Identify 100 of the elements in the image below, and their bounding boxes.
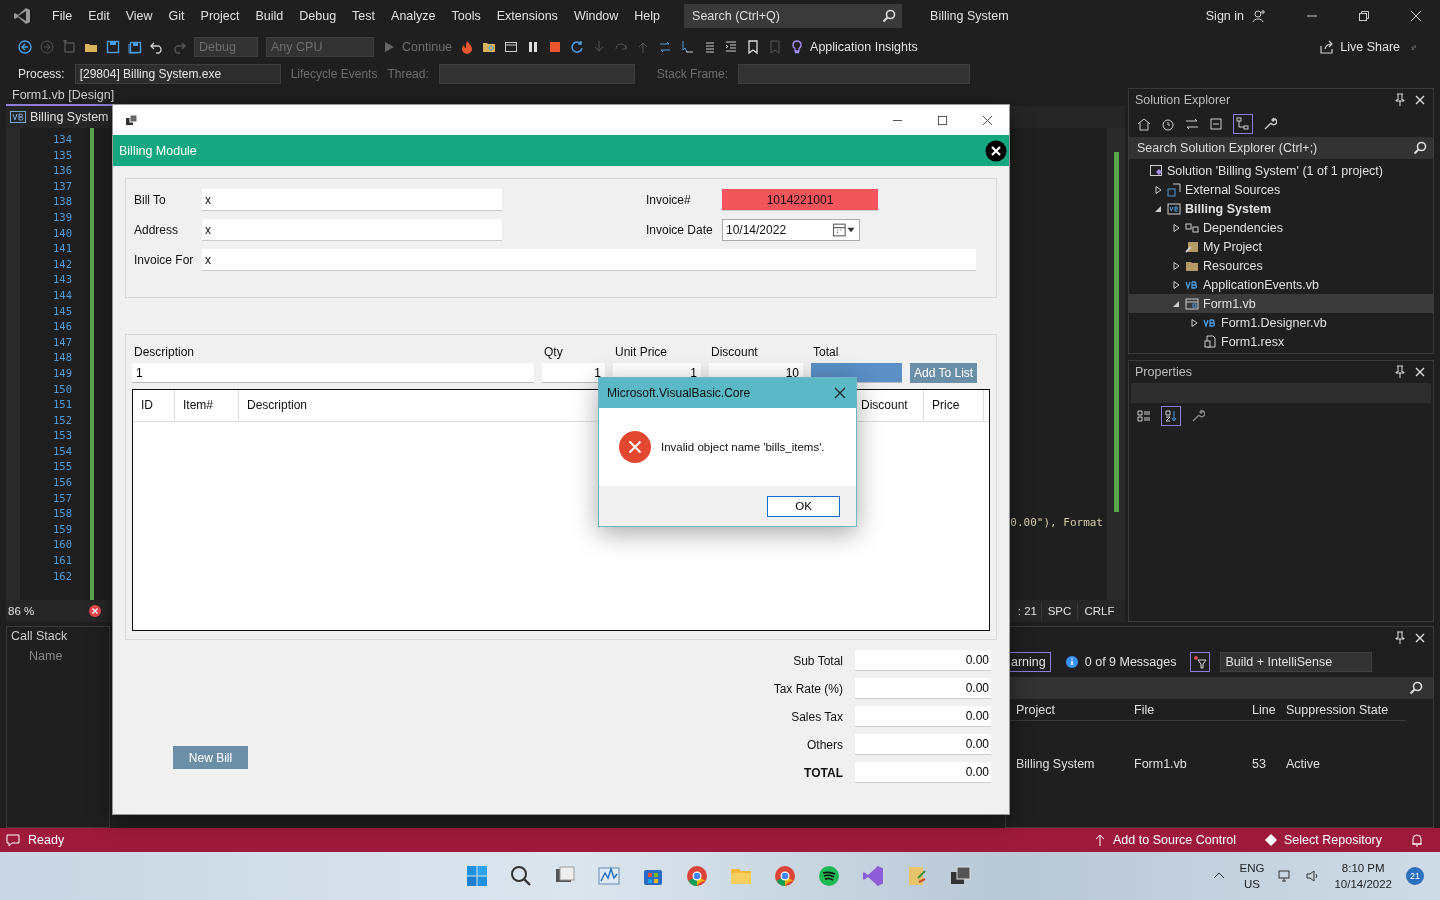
menu-item[interactable]: Tools xyxy=(443,5,489,27)
search-field[interactable]: Search (Ctrl+Q) xyxy=(690,8,883,24)
stop-icon[interactable] xyxy=(548,40,563,54)
date-picker[interactable]: 10/14/2022 xyxy=(722,219,860,241)
menu-item[interactable]: Git xyxy=(160,5,193,27)
column-header[interactable]: Line xyxy=(1246,699,1280,721)
column-header[interactable]: Item# xyxy=(175,390,239,421)
collapsed-arrow-icon[interactable] xyxy=(1189,317,1199,328)
arrows-icon[interactable] xyxy=(658,40,673,54)
close-icon[interactable] xyxy=(1413,365,1427,379)
folder-search-icon[interactable] xyxy=(482,40,497,54)
menu-item[interactable]: Analyze xyxy=(383,5,444,27)
menu-item[interactable]: View xyxy=(117,5,161,27)
amount-field[interactable]: 0.00 xyxy=(855,650,991,671)
search-box[interactable]: Search Solution Explorer (Ctrl+;) xyxy=(1129,137,1433,159)
sign-in-link[interactable]: Sign in xyxy=(1205,9,1244,23)
chart-icon[interactable] xyxy=(597,864,621,888)
menu-item[interactable]: Window xyxy=(565,5,627,27)
bill-to-field[interactable]: x xyxy=(202,189,502,211)
tree-item[interactable]: Form1.vb xyxy=(1129,294,1433,313)
search-box[interactable]: Search (Ctrl+Q) xyxy=(684,4,903,28)
studio-icon[interactable] xyxy=(861,864,885,888)
tree-item[interactable]: Dependencies xyxy=(1129,218,1433,237)
editor-status-item[interactable]: : 21 xyxy=(1011,603,1041,619)
save-all-icon[interactable] xyxy=(128,40,142,54)
source-control-button[interactable]: Add to Source Control xyxy=(1093,833,1237,847)
search-icon[interactable] xyxy=(509,864,533,888)
collapsed-arrow-icon[interactable] xyxy=(1171,279,1181,290)
insights-button[interactable]: Application Insights xyxy=(790,40,918,54)
scrollbar[interactable] xyxy=(1107,128,1125,600)
messages-filter-button[interactable]: 0 of 9 Messages xyxy=(1060,653,1181,671)
invoice-for-field[interactable]: x xyxy=(202,249,976,271)
process-dropdown[interactable]: [29804] Billing System.exe xyxy=(74,64,281,84)
search-field[interactable]: Search Solution Explorer (Ctrl+;) xyxy=(1135,140,1413,156)
tree-item[interactable]: External Sources xyxy=(1129,180,1433,199)
region-text[interactable]: US xyxy=(1244,876,1260,892)
sort-icon[interactable] xyxy=(1161,406,1181,426)
person-icon[interactable] xyxy=(1252,9,1266,23)
scope-dropdown[interactable]: Build + IntelliSense xyxy=(1220,652,1373,672)
save-icon[interactable] xyxy=(106,40,120,54)
close-icon[interactable] xyxy=(834,387,846,399)
restart-icon[interactable] xyxy=(570,40,585,54)
tree-item[interactable]: Resources xyxy=(1129,256,1433,275)
clock-time[interactable]: 8:10 PM xyxy=(1341,860,1385,876)
close-icon[interactable] xyxy=(985,139,1007,162)
menu-item[interactable]: Debug xyxy=(291,5,345,27)
column-header[interactable]: File xyxy=(1128,699,1246,721)
bell-icon[interactable] xyxy=(1410,833,1424,847)
network-icon[interactable] xyxy=(1278,869,1293,883)
tree-item[interactable]: Solution 'Billing System' (1 of 1 project) xyxy=(1129,161,1433,180)
indent-icon[interactable] xyxy=(724,40,739,54)
collapsed-arrow-icon[interactable] xyxy=(1171,260,1181,271)
browser-icon[interactable] xyxy=(685,864,709,888)
input-field[interactable]: 1 xyxy=(132,363,534,383)
notification-badge[interactable]: 21 xyxy=(1406,867,1424,885)
restore-icon[interactable] xyxy=(1358,10,1370,22)
flame-icon[interactable] xyxy=(460,40,475,54)
collapsed-arrow-icon[interactable] xyxy=(1153,184,1163,195)
zoom-dropdown[interactable]: 86 % xyxy=(6,605,66,617)
column-header[interactable]: ID xyxy=(133,390,175,421)
tree-item[interactable]: ApplicationEvents.vb xyxy=(1129,275,1433,294)
menu-item[interactable]: Help xyxy=(626,5,669,27)
wrench-icon[interactable] xyxy=(1191,409,1205,423)
browser-icon[interactable] xyxy=(773,864,797,888)
tree-item[interactable]: Form1.resx xyxy=(1129,332,1433,351)
undo-icon[interactable] xyxy=(150,40,164,54)
amount-field[interactable]: 0.00 xyxy=(855,706,991,727)
start-icon[interactable] xyxy=(465,864,489,888)
menu-item[interactable]: Edit xyxy=(80,5,118,27)
editor-status-item[interactable]: SPC xyxy=(1041,603,1077,619)
amount-field[interactable]: 0.00 xyxy=(855,762,991,783)
home-icon[interactable] xyxy=(1137,117,1151,131)
amount-field[interactable]: 0.00 xyxy=(855,734,991,755)
scope-dropdown[interactable]: Billing System xyxy=(6,110,113,124)
cursor-icon[interactable] xyxy=(680,40,695,54)
invoice-number-field[interactable]: 1014221001 xyxy=(722,189,878,211)
filter-icon[interactable] xyxy=(1190,652,1211,672)
input-field[interactable]: 1 xyxy=(542,363,605,383)
collapsed-arrow-icon[interactable] xyxy=(1171,222,1181,233)
ok-button[interactable]: OK xyxy=(767,495,840,517)
menu-item[interactable]: Build xyxy=(247,5,292,27)
clock-icon[interactable] xyxy=(1161,117,1175,131)
bookmark-icon[interactable] xyxy=(746,40,761,54)
pin-icon[interactable] xyxy=(1393,93,1407,107)
menu-item[interactable]: Test xyxy=(344,5,384,27)
wrench-icon[interactable] xyxy=(1263,117,1277,131)
pin-icon[interactable] xyxy=(1393,631,1407,645)
close-icon[interactable] xyxy=(1413,93,1427,107)
hierarchy-icon[interactable] xyxy=(1233,114,1253,134)
tree-item[interactable]: My Project xyxy=(1129,237,1433,256)
language-text[interactable]: ENG xyxy=(1239,860,1265,876)
back-icon[interactable] xyxy=(18,40,32,54)
music-icon[interactable] xyxy=(817,864,841,888)
live-share-button[interactable]: Live Share xyxy=(1320,40,1400,54)
column-header[interactable]: Suppression State xyxy=(1280,699,1406,721)
tree-item[interactable]: Billing System xyxy=(1129,199,1433,218)
tree-item[interactable]: Form1.Designer.vb xyxy=(1129,313,1433,332)
close-icon[interactable] xyxy=(1413,631,1427,645)
clock-date[interactable]: 10/14/2022 xyxy=(1334,876,1392,892)
repository-button[interactable]: Select Repository xyxy=(1264,833,1382,847)
